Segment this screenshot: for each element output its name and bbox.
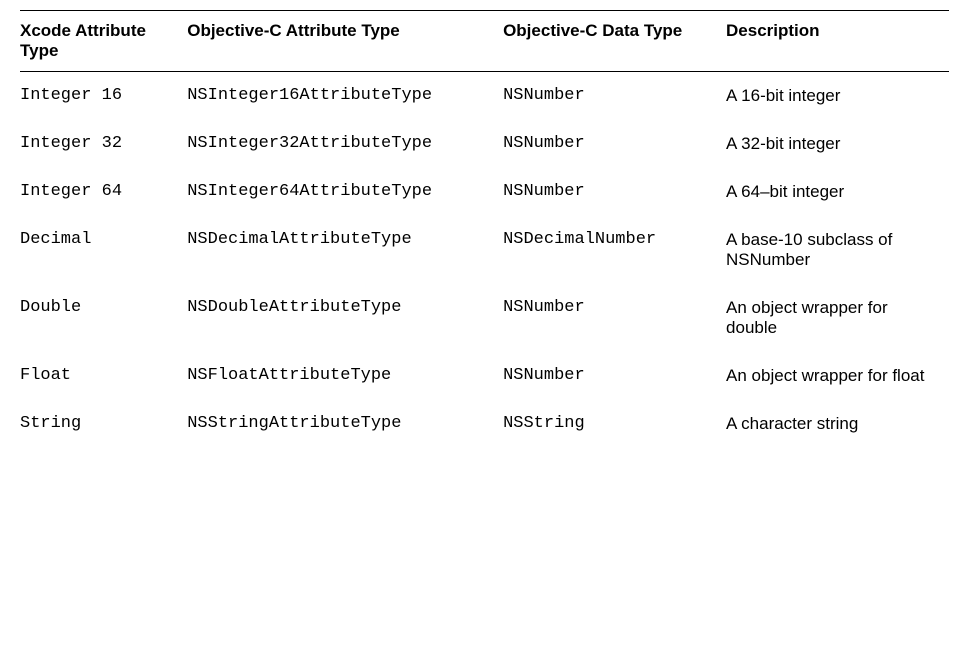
cell-data-type: NSNumber bbox=[503, 284, 726, 352]
col-header-objc-data: Objective-C Data Type bbox=[503, 11, 726, 72]
table-row: Float NSFloatAttributeType NSNumber An o… bbox=[20, 352, 949, 400]
cell-attr-type: NSStringAttributeType bbox=[187, 400, 503, 448]
cell-xcode: Float bbox=[20, 352, 187, 400]
cell-data-type: NSNumber bbox=[503, 168, 726, 216]
cell-xcode: String bbox=[20, 400, 187, 448]
cell-attr-type: NSInteger32AttributeType bbox=[187, 120, 503, 168]
cell-description: A 16-bit integer bbox=[726, 72, 949, 121]
cell-data-type: NSNumber bbox=[503, 72, 726, 121]
col-header-xcode: Xcode Attribute Type bbox=[20, 11, 187, 72]
cell-xcode: Integer 64 bbox=[20, 168, 187, 216]
table-row: Integer 16 NSInteger16AttributeType NSNu… bbox=[20, 72, 949, 121]
cell-xcode: Double bbox=[20, 284, 187, 352]
table-body: Integer 16 NSInteger16AttributeType NSNu… bbox=[20, 72, 949, 449]
col-header-description: Description bbox=[726, 11, 949, 72]
cell-attr-type: NSInteger64AttributeType bbox=[187, 168, 503, 216]
col-header-objc-attr: Objective-C Attribute Type bbox=[187, 11, 503, 72]
cell-description: An object wrapper for double bbox=[726, 284, 949, 352]
cell-data-type: NSNumber bbox=[503, 120, 726, 168]
cell-xcode: Decimal bbox=[20, 216, 187, 284]
table-row: Integer 64 NSInteger64AttributeType NSNu… bbox=[20, 168, 949, 216]
cell-description: An object wrapper for float bbox=[726, 352, 949, 400]
table-row: Integer 32 NSInteger32AttributeType NSNu… bbox=[20, 120, 949, 168]
cell-description: A 32-bit integer bbox=[726, 120, 949, 168]
cell-data-type: NSNumber bbox=[503, 352, 726, 400]
cell-xcode: Integer 16 bbox=[20, 72, 187, 121]
cell-attr-type: NSDoubleAttributeType bbox=[187, 284, 503, 352]
cell-data-type: NSString bbox=[503, 400, 726, 448]
table-header-row: Xcode Attribute Type Objective-C Attribu… bbox=[20, 11, 949, 72]
cell-attr-type: NSInteger16AttributeType bbox=[187, 72, 503, 121]
table-row: Double NSDoubleAttributeType NSNumber An… bbox=[20, 284, 949, 352]
cell-data-type: NSDecimalNumber bbox=[503, 216, 726, 284]
cell-xcode: Integer 32 bbox=[20, 120, 187, 168]
table-row: String NSStringAttributeType NSString A … bbox=[20, 400, 949, 448]
cell-description: A character string bbox=[726, 400, 949, 448]
cell-attr-type: NSFloatAttributeType bbox=[187, 352, 503, 400]
cell-description: A 64–bit integer bbox=[726, 168, 949, 216]
attribute-types-table: Xcode Attribute Type Objective-C Attribu… bbox=[20, 10, 949, 448]
cell-attr-type: NSDecimalAttributeType bbox=[187, 216, 503, 284]
table-row: Decimal NSDecimalAttributeType NSDecimal… bbox=[20, 216, 949, 284]
cell-description: A base-10 subclass of NSNumber bbox=[726, 216, 949, 284]
